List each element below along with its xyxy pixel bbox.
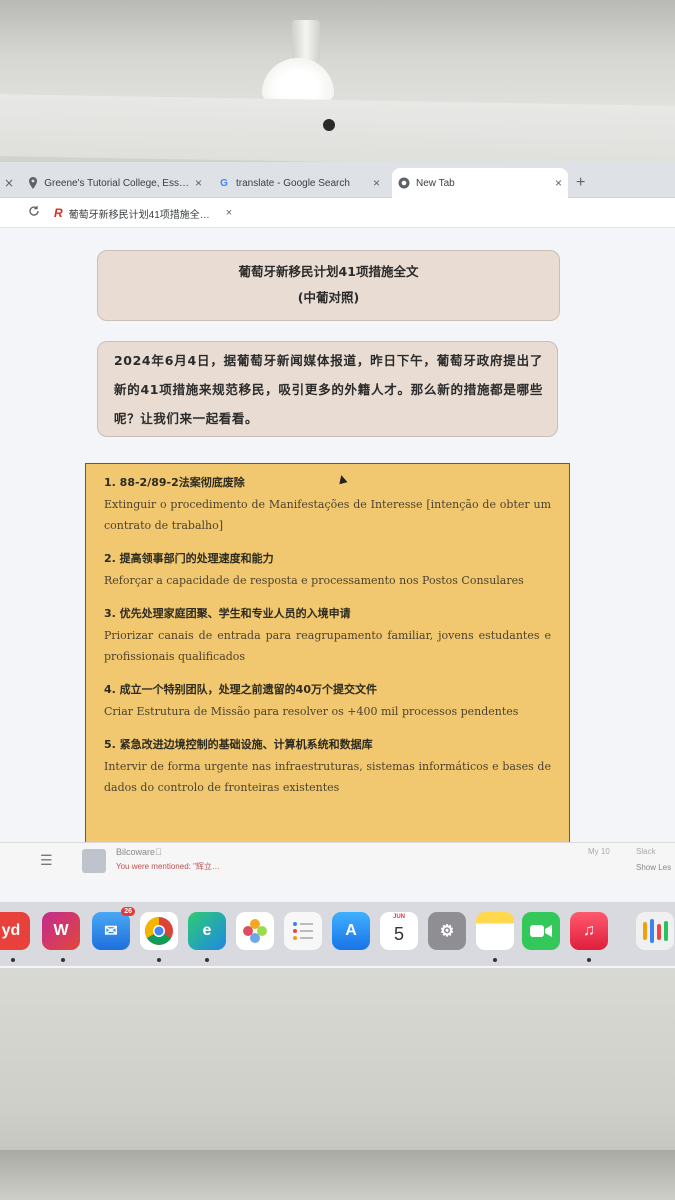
r-logo-icon: R (54, 206, 63, 220)
settings-icon[interactable]: ⚙ (428, 912, 466, 950)
running-indicator (587, 958, 591, 962)
notification-time: My 10 (588, 847, 610, 856)
notes-icon[interactable] (476, 912, 514, 950)
calendar-day: 5 (393, 924, 404, 944)
mail-icon[interactable]: ✉ 26 (92, 907, 135, 950)
chrome-icon[interactable] (140, 912, 178, 950)
tab-translate[interactable]: G translate - Google Search × (212, 168, 386, 198)
new-tab-button[interactable]: + (576, 174, 585, 192)
launchpad-icon[interactable] (636, 912, 674, 950)
music-icon[interactable]: ♫ (570, 912, 608, 950)
youdao-icon[interactable]: yd (0, 912, 30, 950)
list-item: 3. 优先处理家庭团聚、学生和专业人员的入境申请 Priorizar canai… (104, 605, 551, 667)
running-indicator (205, 958, 209, 962)
title-box: 葡萄牙新移民计划41项措施全文 (中葡对照) (97, 250, 560, 321)
intro-box: 2024年6月4日，据葡萄牙新闻媒体报道，昨日下午，葡萄牙政府提出了新的41项措… (97, 341, 558, 437)
notification-bar[interactable]: ☰ Bilcoware  You were mentioned: "辉立… My… (0, 842, 675, 880)
list-item: 4. 成立一个特别团队，处理之前遗留的40万个提交文件 Criar Estrut… (104, 681, 551, 722)
show-less-link[interactable]: Show Les (636, 863, 671, 872)
page-title: 葡萄牙新移民计划41项措施全文 (238, 264, 419, 279)
intro-text: 2024年6月4日，据葡萄牙新闻媒体报道，昨日下午，葡萄牙政府提出了新的41项措… (114, 353, 543, 426)
page-subtitle: (中葡对照) (297, 290, 360, 305)
item-text: Extinguir o procedimento de Manifestaçõe… (104, 498, 551, 532)
item-text: Intervir de forma urgente nas infraestru… (104, 760, 551, 794)
avatar (82, 849, 106, 873)
photos-icon[interactable] (236, 912, 274, 950)
screen: × Greene's Tutorial College, Ess… × G tr… (0, 162, 675, 968)
bookmark-bar: R 葡萄牙新移民计划41项措施全… × (0, 198, 675, 228)
list-item: 5. 紧急改进边境控制的基础设施、计算机系统和数据库 Intervir de f… (104, 736, 551, 798)
chrome-icon (398, 177, 410, 189)
close-icon[interactable]: × (555, 176, 562, 190)
desk (0, 1150, 675, 1200)
measures-card: 1. 88-2/89-2法案彻底废除 Extinguir o procedime… (85, 463, 570, 863)
list-item: 2. 提高领事部门的处理速度和能力 Reforçar a capacidade … (104, 550, 551, 591)
map-pin-icon (28, 177, 38, 189)
notification-app: Slack (636, 847, 656, 856)
monitor-bezel (0, 94, 675, 168)
webcam-icon (323, 119, 335, 131)
running-indicator (493, 958, 497, 962)
bookmark-label: 葡萄牙新移民计划41项措施全… (68, 209, 210, 221)
app-store-icon[interactable]: A (332, 912, 370, 950)
calendar-icon[interactable]: JUN 5 (380, 912, 418, 950)
close-icon[interactable]: × (195, 176, 202, 190)
item-text: Criar Estrutura de Missão para resolver … (104, 705, 519, 718)
running-indicator (61, 958, 65, 962)
bookmark-item[interactable]: R 葡萄牙新移民计划41项措施全… × (54, 204, 232, 222)
close-icon[interactable]: × (373, 176, 380, 190)
dock: yd W ✉ 26 e A JUN 5 ⚙ ♫ (0, 902, 675, 966)
tab-label: Greene's Tutorial College, Ess… (44, 177, 189, 189)
wps-icon[interactable]: W (42, 912, 80, 950)
tab-label: New Tab (416, 177, 455, 189)
notification-mention: You were mentioned: "辉立… (116, 862, 220, 871)
mail-badge: 26 (121, 907, 135, 916)
calendar-month: JUN (392, 914, 405, 920)
item-title: 1. 88-2/89-2法案彻底废除 (104, 476, 245, 489)
item-text: Priorizar canais de entrada para reagrup… (104, 629, 551, 663)
reminders-icon[interactable] (284, 912, 322, 950)
list-item: 1. 88-2/89-2法案彻底废除 Extinguir o procedime… (104, 474, 551, 536)
running-indicator (157, 958, 161, 962)
edge-icon[interactable]: e (188, 912, 226, 950)
google-icon: G (220, 177, 228, 189)
ceiling-lamp (292, 20, 320, 62)
tab-new-tab[interactable]: New Tab × (392, 168, 568, 198)
tab-label: translate - Google Search (236, 177, 350, 189)
running-indicator (11, 958, 15, 962)
item-title: 5. 紧急改进边境控制的基础设施、计算机系统和数据库 (104, 738, 373, 751)
tab-bar: × Greene's Tutorial College, Ess… × G tr… (0, 162, 675, 198)
facetime-icon[interactable] (522, 912, 560, 950)
menu-icon[interactable]: ☰ (40, 852, 53, 869)
close-icon[interactable]: × (4, 176, 14, 190)
notification-title: Bilcoware  (116, 847, 162, 857)
item-title: 4. 成立一个特别团队，处理之前遗留的40万个提交文件 (104, 683, 377, 696)
tab-greenes[interactable]: Greene's Tutorial College, Ess… × (22, 168, 208, 198)
close-icon[interactable]: × (226, 207, 232, 219)
item-text: Reforçar a capacidade de resposta e proc… (104, 574, 524, 587)
reload-icon[interactable] (28, 205, 40, 220)
item-title: 3. 优先处理家庭团聚、学生和专业人员的入境申请 (104, 607, 351, 620)
item-title: 2. 提高领事部门的处理速度和能力 (104, 552, 274, 565)
